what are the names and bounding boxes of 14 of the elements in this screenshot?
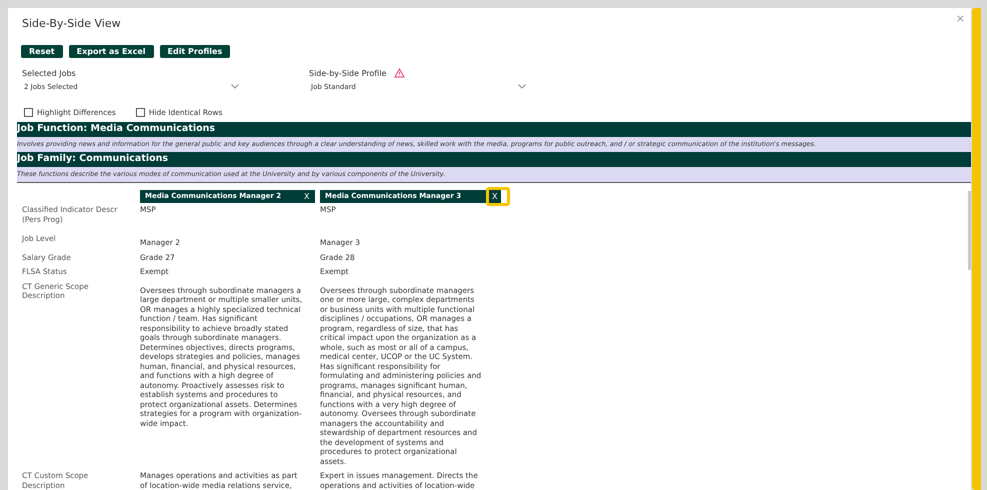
chevron-down-icon [231, 84, 239, 89]
dialog-title: Side-By-Side View [22, 17, 121, 32]
chevron-down-icon [518, 84, 526, 89]
section-heading: Job Family: Communications [17, 152, 971, 167]
remove-button[interactable]: X [486, 187, 510, 206]
checkbox[interactable] [24, 108, 33, 116]
field-label: Selected Jobs [22, 68, 76, 78]
scrollbar[interactable] [968, 191, 971, 270]
checkbox[interactable] [136, 108, 145, 116]
toolbar-button[interactable]: Edit Profiles [160, 45, 230, 58]
toolbar-button[interactable]: Export as Excel [68, 45, 154, 58]
section-heading: Job Function: Media Communications [17, 122, 971, 137]
toolbar-button[interactable]: Reset [21, 45, 63, 58]
field-label: Side-by-Side Profile [309, 68, 386, 78]
